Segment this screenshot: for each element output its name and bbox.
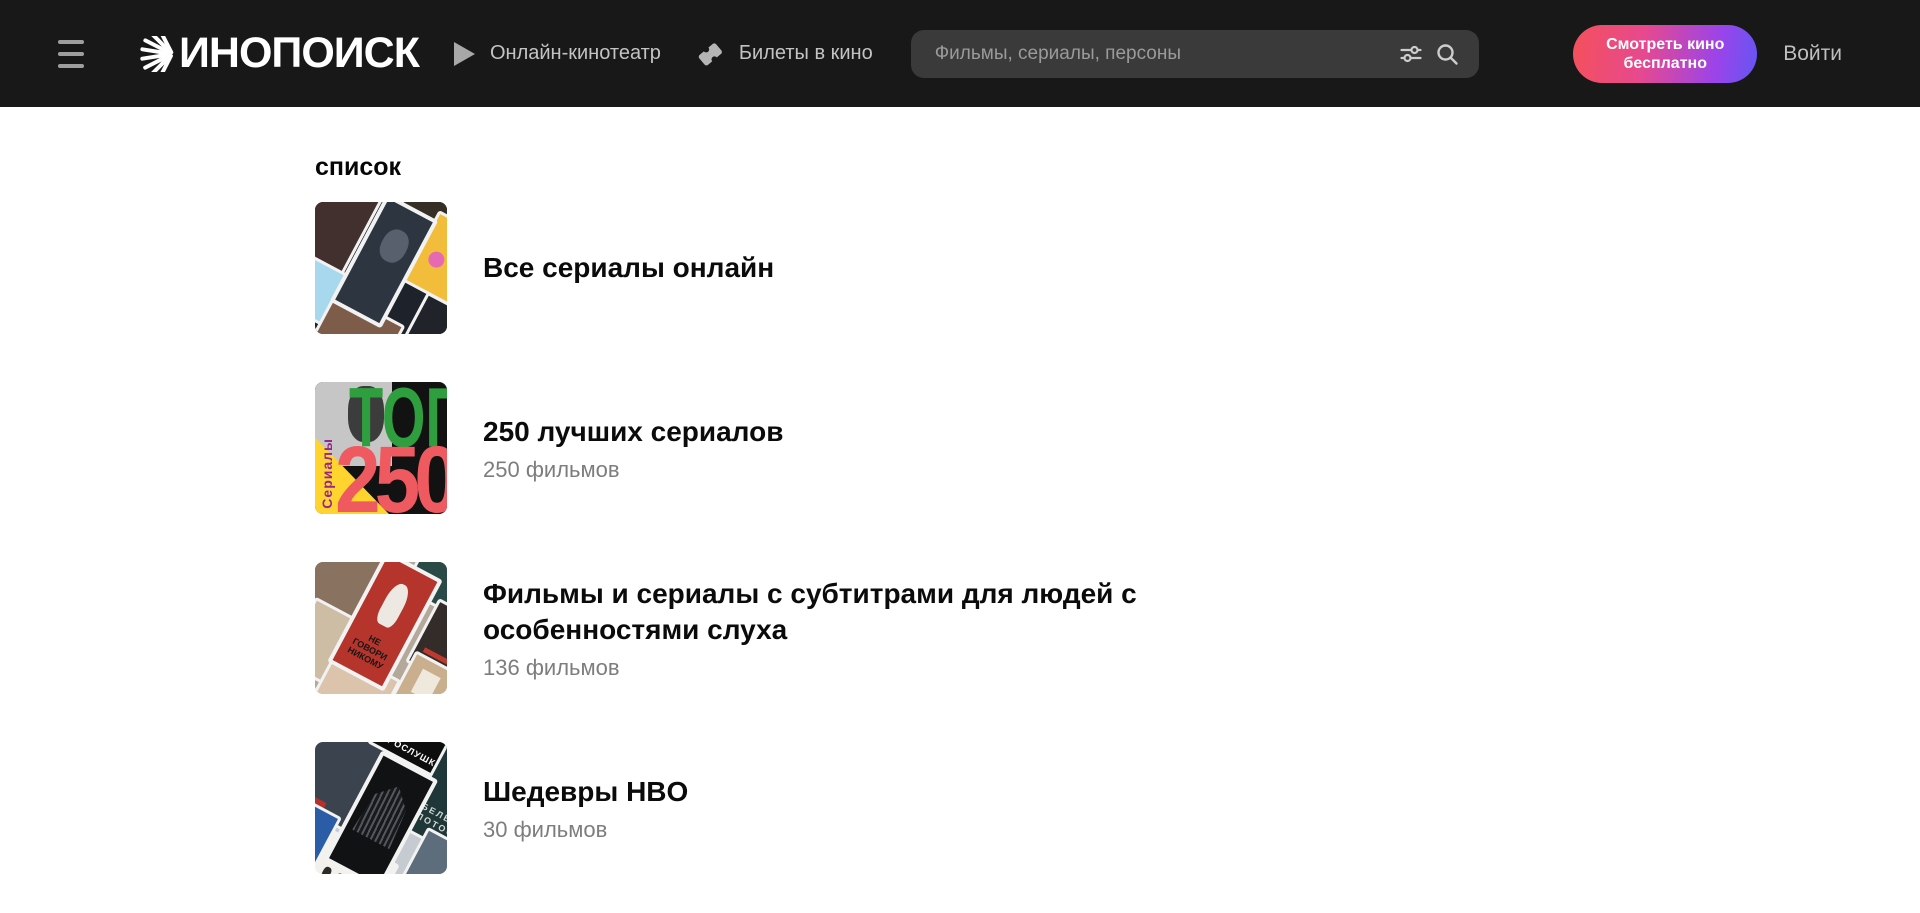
- list-item[interactable]: ПРОСЛУШКА БЕЛЫЙ ЛОТОС Шедевры HBO 30 фил…: [315, 742, 1920, 874]
- search-input[interactable]: [935, 43, 1393, 65]
- nav-item-label: Онлайн-кинотеатр: [490, 42, 661, 65]
- list-item-title: Фильмы и сериалы с субтитрами для людей …: [483, 576, 1188, 648]
- thumbnail-poster-text: НЕ ГОВОРИ НИКОМУ: [338, 623, 402, 676]
- thumbnail-side-text: Сериалы: [319, 438, 335, 509]
- kinopoisk-logo-text: ИНОПОИСК: [179, 32, 419, 75]
- watch-free-button-line2: бесплатно: [1624, 54, 1707, 73]
- list-item-thumbnail: [315, 202, 447, 334]
- list-item-subtitle: 136 фильмов: [483, 655, 1188, 681]
- login-link[interactable]: Войти: [1783, 42, 1842, 66]
- kinopoisk-burst-icon: [138, 36, 176, 72]
- search-bar: [911, 30, 1479, 78]
- list-item-subtitle: 30 фильмов: [483, 817, 688, 843]
- watch-free-button-line1: Смотреть кино: [1606, 35, 1724, 54]
- watch-free-button[interactable]: Смотреть кино бесплатно: [1573, 25, 1757, 83]
- nav-item-cinema-tickets[interactable]: Билеты в кино: [694, 38, 873, 70]
- list-item[interactable]: НЕ ГОВОРИ НИКОМУ Фильмы и сериалы с субт…: [315, 562, 1920, 694]
- list-item-title: Все сериалы онлайн: [483, 250, 774, 286]
- list-item-title: 250 лучших сериалов: [483, 414, 783, 450]
- list-page: список Все сериалы онлайн ТОП 250 Сериал…: [0, 107, 1920, 874]
- list-item-thumbnail: ТОП 250 Сериалы: [315, 382, 447, 514]
- page-title: список: [315, 152, 1920, 182]
- list-item[interactable]: Все сериалы онлайн: [315, 202, 1920, 334]
- play-icon: [452, 40, 477, 68]
- nav-item-label: Билеты в кино: [739, 42, 873, 65]
- nav-item-online-cinema[interactable]: Онлайн-кинотеатр: [452, 40, 661, 68]
- thumbnail-number-text: 250: [335, 434, 447, 514]
- top-navigation-bar: ИНОПОИСК Онлайн-кинотеатр Билеты в кино: [0, 0, 1920, 107]
- list-item-thumbnail: ПРОСЛУШКА БЕЛЫЙ ЛОТОС: [315, 742, 447, 874]
- list-item-title: Шедевры HBO: [483, 774, 688, 810]
- kinopoisk-logo[interactable]: ИНОПОИСК: [138, 32, 419, 75]
- filter-sliders-icon[interactable]: [1393, 36, 1429, 72]
- list-item-thumbnail: НЕ ГОВОРИ НИКОМУ: [315, 562, 447, 694]
- search-icon[interactable]: [1429, 36, 1465, 72]
- list-item-subtitle: 250 фильмов: [483, 457, 783, 483]
- ticket-icon: [694, 38, 726, 70]
- hamburger-menu-icon[interactable]: [58, 40, 84, 68]
- list-item[interactable]: ТОП 250 Сериалы 250 лучших сериалов 250 …: [315, 382, 1920, 514]
